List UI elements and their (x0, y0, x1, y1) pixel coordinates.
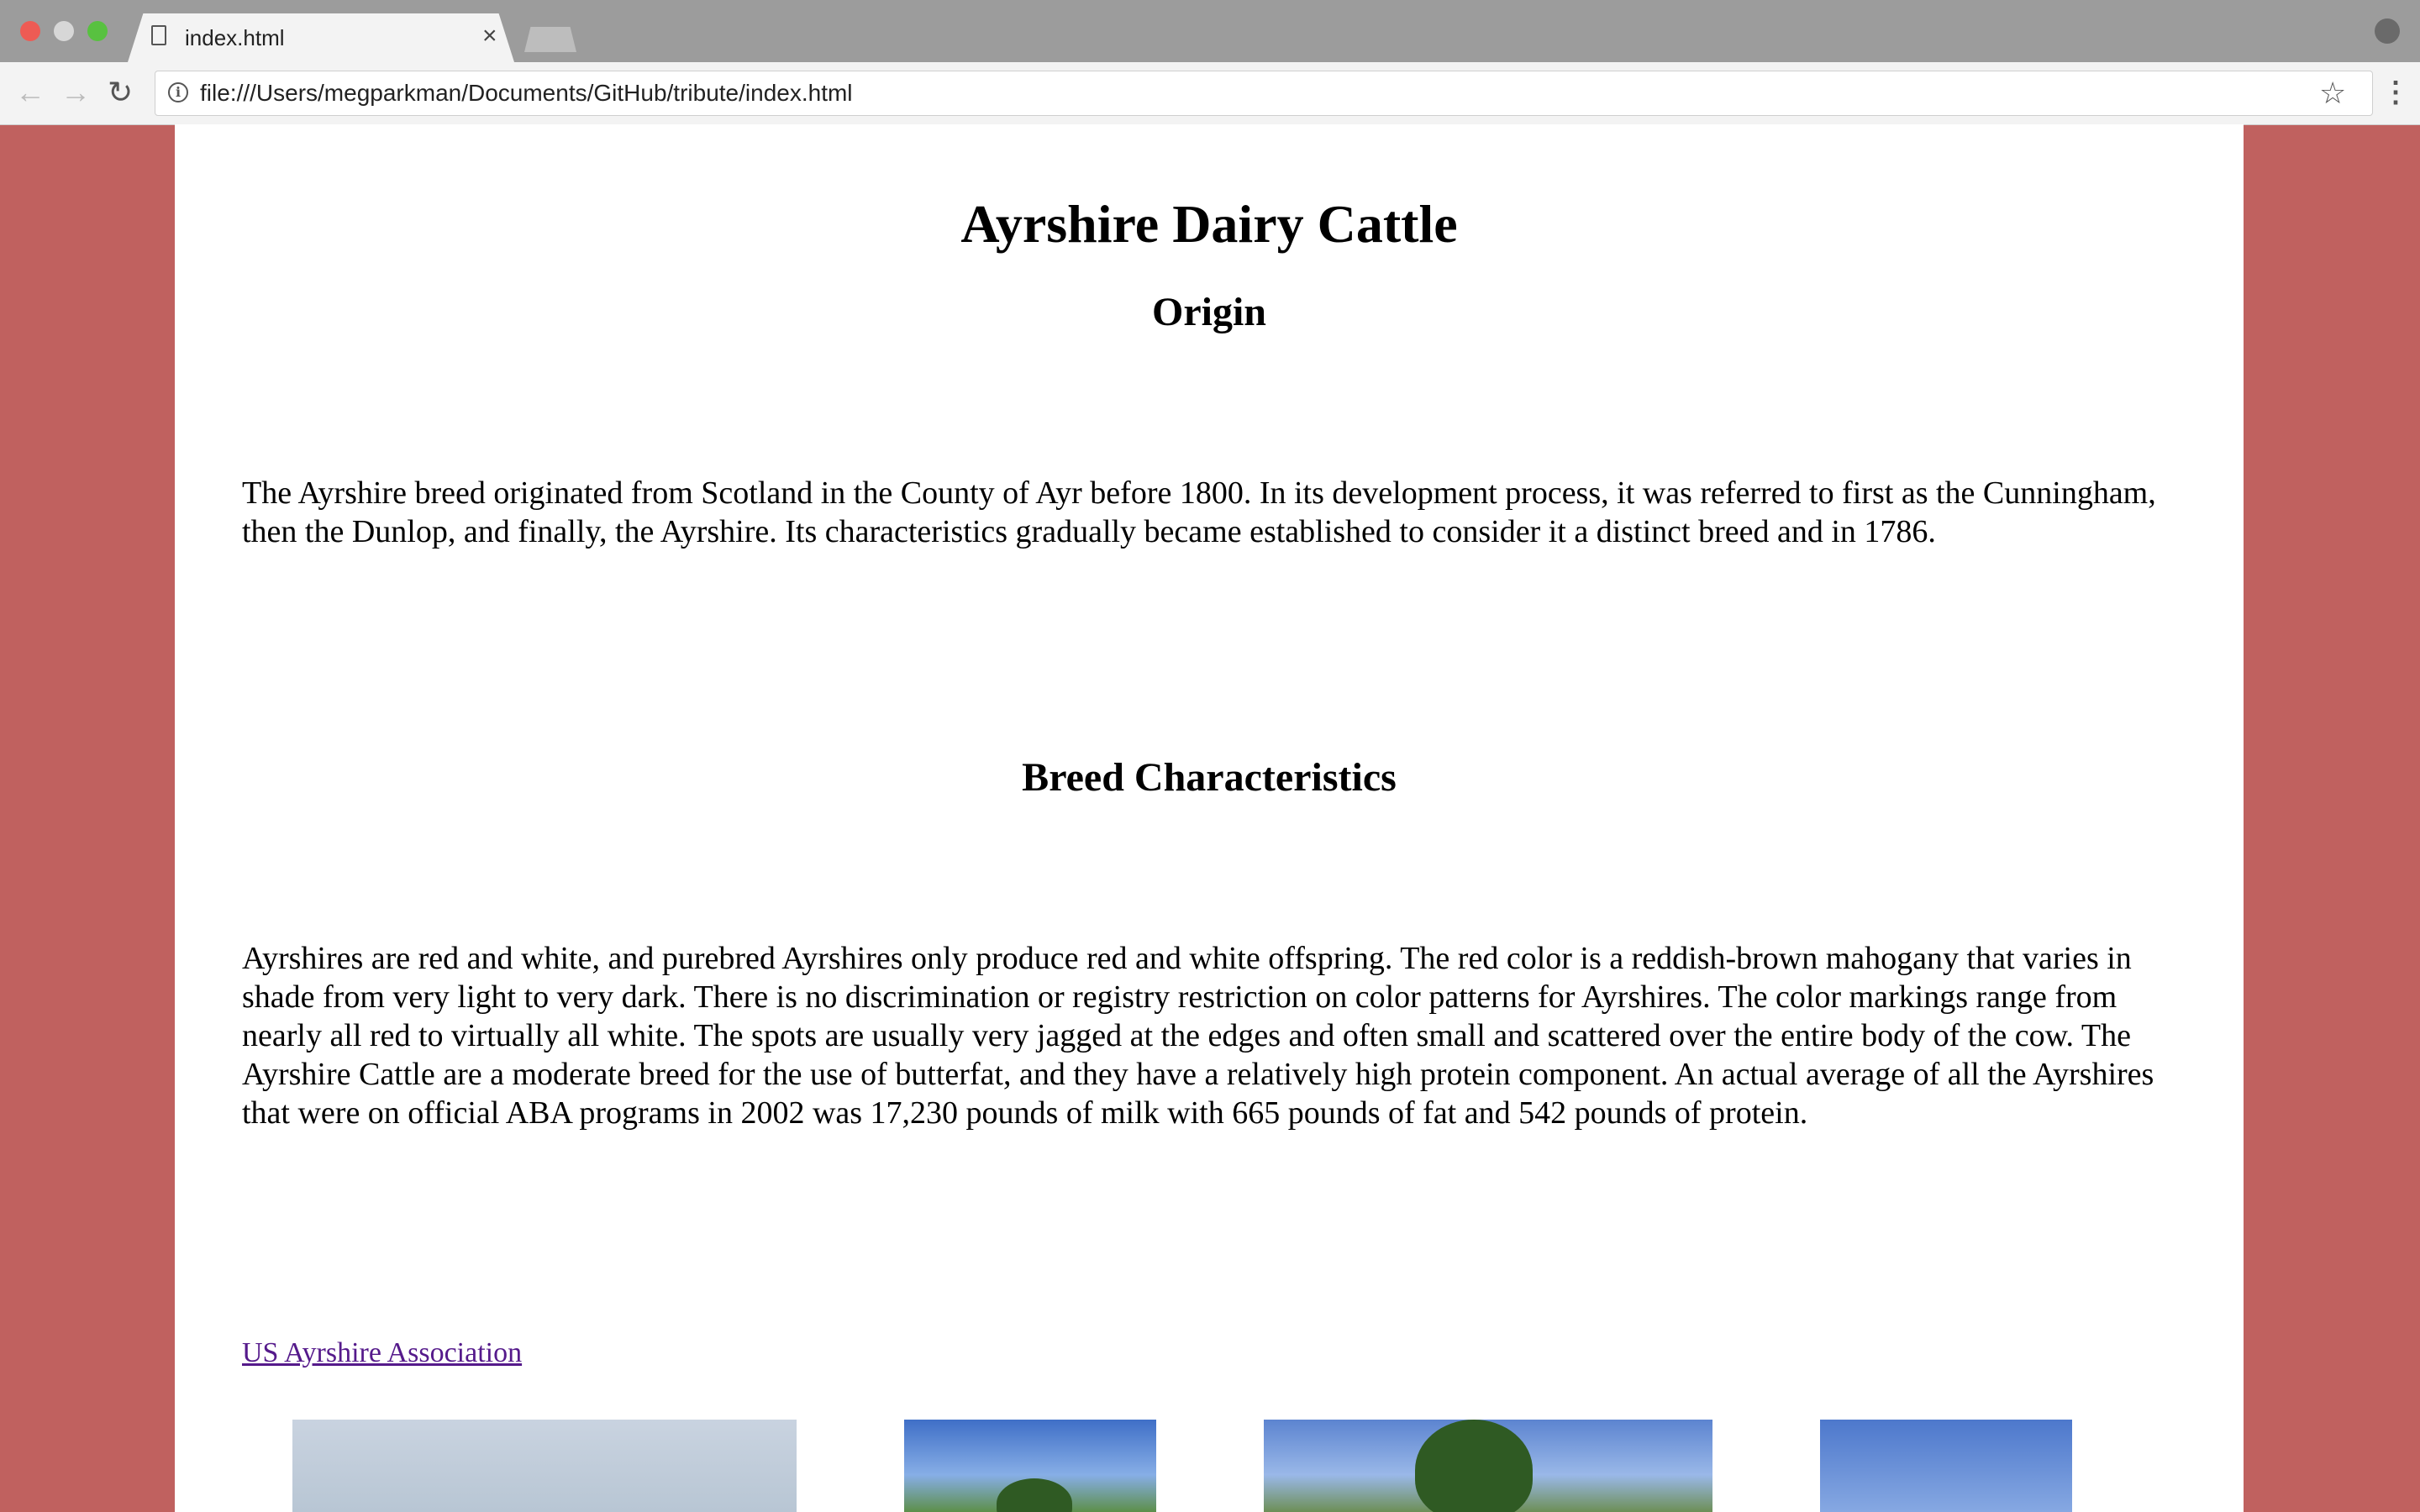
reload-icon[interactable]: ↻ (108, 74, 133, 111)
file-icon (151, 25, 166, 45)
profile-icon[interactable] (2375, 18, 2400, 44)
origin-heading: Origin (1151, 290, 1266, 334)
star-icon[interactable]: ☆ (2319, 76, 2346, 111)
page-title: Ayrshire Dairy Cattle (960, 194, 1458, 254)
forward-arrow-icon[interactable]: → (60, 74, 91, 111)
new-tab-button[interactable] (524, 27, 576, 52)
maximize-window-button[interactable] (87, 21, 108, 41)
us-ayrshire-association-link[interactable]: US Ayrshire Association (242, 1337, 522, 1369)
page-content: Ayrshire Dairy Cattle Origin The Ayrshir… (175, 124, 2244, 1512)
kebab-menu-icon[interactable]: ⋮ (2381, 76, 2410, 109)
cattle-photo-3 (1264, 1420, 1712, 1512)
close-tab-icon[interactable]: × (482, 22, 497, 50)
tab-title: index.html (185, 25, 285, 50)
minimize-window-button[interactable] (54, 21, 74, 41)
breed-paragraph: Ayrshires are red and white, and purebre… (242, 941, 2154, 1131)
breed-heading: Breed Characteristics (1022, 755, 1397, 800)
close-window-button[interactable] (20, 21, 40, 41)
info-icon[interactable]: i (168, 82, 188, 102)
url-text[interactable]: file:///Users/megparkman/Documents/GitHu… (200, 80, 853, 107)
cattle-photo-4 (1820, 1420, 2072, 1512)
cattle-photo-1 (292, 1420, 797, 1512)
origin-paragraph: The Ayrshire breed originated from Scotl… (242, 475, 2156, 549)
cattle-photo-2 (904, 1420, 1156, 1512)
back-arrow-icon[interactable]: ← (15, 74, 45, 111)
